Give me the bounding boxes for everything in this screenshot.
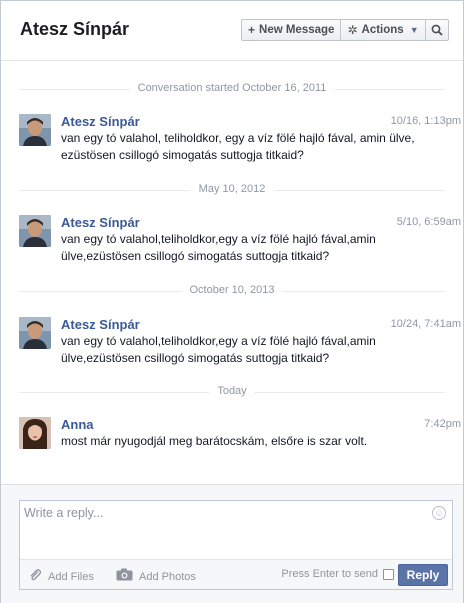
message-text: van egy tó valahol,teliholdkor,egy a víz… <box>61 334 376 365</box>
avatar[interactable] <box>19 417 51 449</box>
header-button-group: + New Message ✲ Actions ▼ <box>241 19 449 41</box>
plus-icon: + <box>248 23 256 37</box>
message-item: Atesz Sínpár 10/16, 1:13pm van egy tó va… <box>19 114 463 174</box>
date-divider: May 10, 2012 <box>19 183 445 197</box>
gear-icon: ✲ <box>347 23 358 37</box>
date-divider-label: May 10, 2012 <box>190 183 274 195</box>
sender-name[interactable]: Atesz Sínpár <box>61 114 140 129</box>
reply-box: ☺ Add Files <box>19 500 453 590</box>
camera-icon <box>116 568 133 585</box>
add-files-label: Add Files <box>48 571 94 583</box>
reply-composer: ☺ Add Files <box>1 484 463 603</box>
message-time: 5/10, 6:59am <box>396 216 461 228</box>
press-enter-checkbox[interactable] <box>383 568 394 580</box>
paperclip-icon <box>28 568 42 586</box>
composer-toolbar: Add Files Add Photos Press Enter to send… <box>20 559 452 589</box>
caret-down-icon: ▼ <box>409 25 419 35</box>
date-divider-label: October 10, 2013 <box>181 284 283 296</box>
add-photos-button[interactable]: Add Photos <box>116 568 196 585</box>
press-enter-label: Press Enter to send <box>281 568 378 580</box>
add-files-button[interactable]: Add Files <box>28 568 94 586</box>
date-divider-label: Conversation started October 16, 2011 <box>129 82 335 94</box>
avatar[interactable] <box>19 317 51 349</box>
message-text: van egy tó valahol,teliholdkor,egy a víz… <box>61 232 376 263</box>
avatar[interactable] <box>19 215 51 247</box>
press-enter-toggle[interactable]: Press Enter to send <box>281 568 394 580</box>
search-icon <box>431 24 443 36</box>
actions-button[interactable]: ✲ Actions ▼ <box>341 20 426 40</box>
search-button[interactable] <box>426 20 448 40</box>
message-item: Anna 7:42pm most már nyugodjál meg barát… <box>19 417 463 462</box>
date-divider: October 10, 2013 <box>19 284 445 298</box>
conversation-header: Atesz Sínpár + New Message ✲ Actions ▼ <box>1 1 463 61</box>
conversation-title: Atesz Sínpár <box>20 19 130 39</box>
sender-name[interactable]: Atesz Sínpár <box>61 317 140 332</box>
new-message-label: New Message <box>259 24 335 36</box>
sender-name[interactable]: Atesz Sínpár <box>61 215 140 230</box>
date-divider: Conversation started October 16, 2011 <box>19 82 445 96</box>
message-text: most már nyugodjál meg barátocskám, első… <box>61 434 368 448</box>
actions-label: Actions <box>361 24 404 36</box>
sender-name[interactable]: Anna <box>61 417 94 432</box>
message-time: 10/24, 7:41am <box>390 318 461 330</box>
message-item: Atesz Sínpár 10/24, 7:41am van egy tó va… <box>19 317 463 377</box>
new-message-button[interactable]: + New Message <box>242 20 342 40</box>
emoticon-icon[interactable]: ☺ <box>432 506 446 520</box>
date-divider: Today <box>19 385 445 399</box>
reply-button[interactable]: Reply <box>398 564 448 586</box>
date-divider-label: Today <box>209 385 255 397</box>
message-time: 10/16, 1:13pm <box>390 115 461 127</box>
add-photos-label: Add Photos <box>139 570 196 583</box>
message-item: Atesz Sínpár 5/10, 6:59am van egy tó val… <box>19 215 463 275</box>
message-time: 7:42pm <box>424 418 461 430</box>
reply-input[interactable] <box>24 506 424 520</box>
conversation-panel: Atesz Sínpár + New Message ✲ Actions ▼ C… <box>0 0 464 603</box>
message-thread: Conversation started October 16, 2011 At… <box>1 62 463 482</box>
message-text: van egy tó valahol, teliholdkor, egy a v… <box>61 131 415 162</box>
avatar[interactable] <box>19 114 51 146</box>
